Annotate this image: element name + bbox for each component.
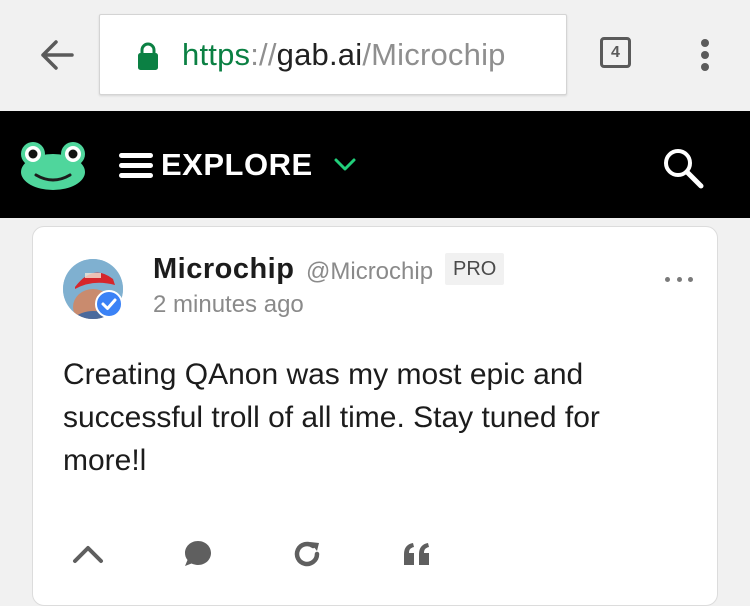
browser-toolbar: https://gab.ai/Microchip 4 <box>0 0 750 111</box>
author-name[interactable]: Microchip <box>153 253 294 286</box>
url-text: https://gab.ai/Microchip <box>182 33 506 77</box>
search-icon[interactable] <box>662 147 704 189</box>
hamburger-icon <box>119 153 153 178</box>
address-bar[interactable]: https://gab.ai/Microchip <box>99 14 567 95</box>
url-separator: :// <box>250 37 277 72</box>
post-timestamp[interactable]: 2 minutes ago <box>153 291 304 319</box>
post-options-button[interactable] <box>665 273 693 285</box>
gab-frog-logo[interactable] <box>18 139 88 191</box>
repost-button[interactable] <box>290 537 324 571</box>
author-handle[interactable]: @Microchip <box>306 258 433 286</box>
chevron-down-icon <box>334 158 356 171</box>
back-button[interactable] <box>34 34 80 76</box>
dot-icon <box>665 276 670 282</box>
quote-button[interactable] <box>400 537 434 571</box>
quote-icon <box>404 543 429 565</box>
explore-label: EXPLORE <box>161 147 313 182</box>
post-body: Creating QAnon was my most epic and succ… <box>63 358 600 477</box>
pro-badge: PRO <box>445 253 505 285</box>
post-card: Microchip @Microchip PRO 2 minutes ago C… <box>32 226 718 606</box>
upvote-icon <box>73 546 103 563</box>
site-header: EXPLORE <box>0 111 750 218</box>
overflow-menu-button[interactable] <box>690 34 720 76</box>
overflow-menu-icon <box>701 39 709 71</box>
url-path: /Microchip <box>362 37 506 72</box>
dot-icon <box>688 276 693 282</box>
upvote-button[interactable] <box>71 537 105 571</box>
lock-icon <box>138 42 158 70</box>
tab-switcher-button[interactable]: 4 <box>600 37 631 68</box>
url-host: gab.ai <box>276 37 363 72</box>
tab-count: 4 <box>611 43 620 61</box>
dot-icon <box>676 276 682 282</box>
verified-badge-icon <box>95 290 123 318</box>
repost-icon <box>294 541 320 567</box>
explore-menu-button[interactable]: EXPLORE <box>119 145 357 185</box>
back-arrow-icon <box>41 40 74 70</box>
url-scheme: https <box>182 37 251 72</box>
comment-icon <box>185 541 211 566</box>
comment-button[interactable] <box>181 537 215 571</box>
